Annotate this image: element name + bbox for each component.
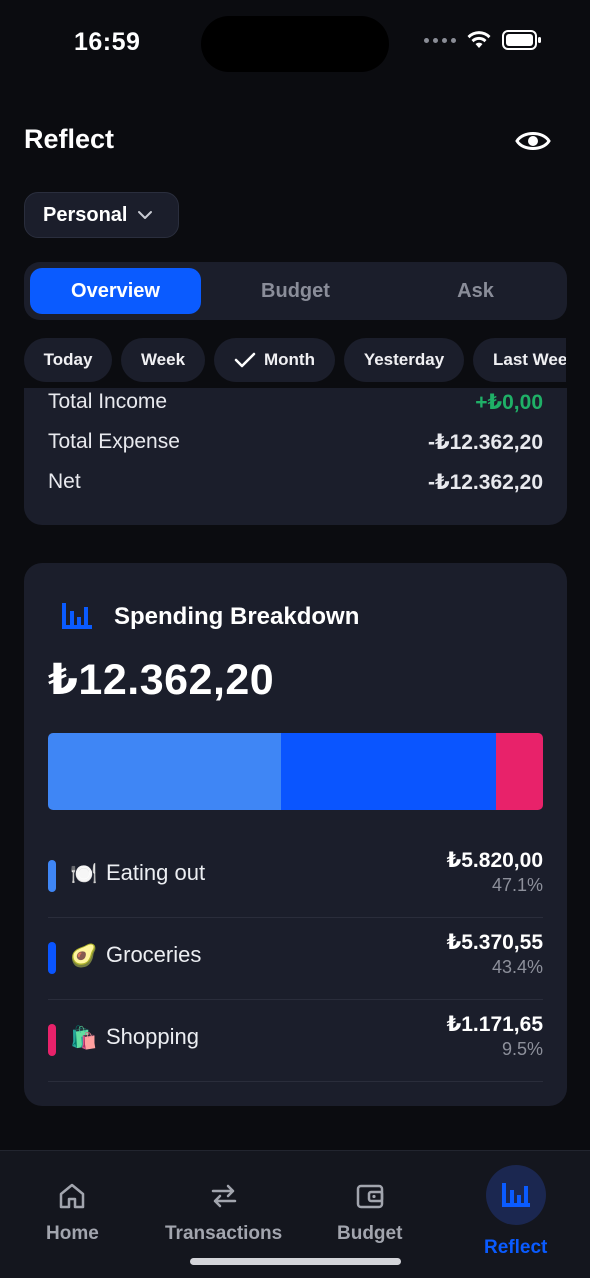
summary-row-expense: Total Expense -₺12.362,20: [48, 427, 543, 457]
summary-label: Total Income: [48, 390, 168, 413]
cellular-signal-icon: [424, 37, 456, 43]
nav-active-indicator: [485, 1165, 546, 1225]
nav-budget[interactable]: Budget: [337, 1181, 402, 1245]
summary-row-net: Net -₺12.362,20: [48, 467, 543, 497]
status-time: 16:59: [74, 28, 141, 56]
category-color-bar: [48, 1024, 56, 1056]
nav-transactions[interactable]: Transactions: [165, 1181, 282, 1245]
plate-icon: 🍽️: [70, 861, 98, 886]
category-percent: 47.1%: [491, 875, 543, 895]
wifi-icon: [467, 31, 491, 48]
stack-segment-groceries: [281, 733, 496, 810]
nav-label: Home: [46, 1223, 99, 1244]
account-dropdown[interactable]: Personal: [24, 192, 179, 238]
breakdown-title: Spending Breakdown: [114, 603, 360, 630]
tab-overview[interactable]: Overview: [30, 268, 201, 314]
checkmark-icon: [234, 352, 256, 368]
bar-chart-icon: [501, 1183, 530, 1207]
battery-icon: [502, 30, 541, 50]
period-filter-chips: Today Week Month Yesterday Last Week: [24, 338, 566, 382]
chip-yesterday[interactable]: Yesterday: [344, 338, 464, 382]
chip-label: Yesterday: [363, 350, 445, 369]
toggle-visibility-button[interactable]: [514, 122, 552, 160]
chip-label: Today: [43, 350, 93, 369]
nav-reflect[interactable]: Reflect: [484, 1165, 548, 1259]
chip-label: Last Week: [493, 350, 566, 369]
chip-last-week[interactable]: Last Week: [473, 338, 566, 382]
home-indicator: [190, 1258, 401, 1265]
wallet-icon: [356, 1184, 383, 1209]
status-bar: 16:59: [0, 0, 590, 90]
category-percent: 43.4%: [491, 957, 543, 977]
spending-breakdown-card[interactable]: Spending Breakdown ₺12.362,20 🍽️ Eating …: [24, 563, 567, 1106]
shopping-bags-icon: 🛍️: [70, 1025, 98, 1050]
category-row-eating-out[interactable]: 🍽️ Eating out ₺5.820,00 47.1%: [48, 836, 543, 918]
summary-value: -₺12.362,20: [427, 430, 543, 454]
tab-budget[interactable]: Budget: [210, 268, 381, 314]
transfer-icon: [211, 1184, 236, 1208]
chip-label: Week: [140, 350, 186, 369]
nav-home[interactable]: Home: [46, 1181, 99, 1245]
nav-label: Reflect: [484, 1237, 548, 1258]
status-icons: [424, 30, 542, 50]
summary-value: +₺0,00: [475, 390, 543, 414]
category-row-shopping[interactable]: 🛍️ Shopping ₺1.171,65 9.5%: [48, 1000, 543, 1082]
account-dropdown-label: Personal: [43, 203, 128, 226]
category-amount: ₺1.171,65: [446, 1013, 543, 1036]
category-name: Shopping: [106, 1024, 199, 1049]
chevron-down-icon: [138, 211, 153, 219]
avocado-icon: 🥑: [70, 943, 98, 968]
chip-week[interactable]: Week: [121, 338, 205, 382]
nav-label: Transactions: [165, 1223, 283, 1244]
category-color-bar: [48, 942, 56, 974]
page-title: Reflect: [24, 124, 115, 154]
category-name: Groceries: [106, 942, 202, 967]
category-name: Eating out: [106, 860, 206, 885]
summary-row-income: Total Income +₺0,00: [48, 387, 543, 417]
nav-label: Budget: [337, 1223, 403, 1244]
summary-card: Total Income +₺0,00 Total Expense -₺12.3…: [24, 388, 567, 525]
summary-value: -₺12.362,20: [427, 470, 543, 494]
chip-label: Month: [264, 350, 315, 369]
bar-chart-icon: [62, 603, 92, 629]
chip-today[interactable]: Today: [24, 338, 112, 382]
spending-stacked-bar: [48, 733, 543, 810]
category-row-groceries[interactable]: 🥑 Groceries ₺5.370,55 43.4%: [48, 918, 543, 1000]
stack-segment-shopping: [495, 733, 543, 810]
category-amount: ₺5.370,55: [446, 931, 543, 954]
view-segmented-control: Overview Budget Ask: [24, 262, 567, 320]
category-amount: ₺5.820,00: [446, 849, 543, 872]
chip-month[interactable]: Month: [214, 338, 335, 382]
category-color-bar: [48, 860, 56, 892]
summary-label: Net: [48, 470, 81, 493]
home-icon: [60, 1183, 85, 1209]
dynamic-island: [201, 16, 389, 72]
eye-icon: [515, 132, 551, 150]
stack-segment-eating-out: [48, 733, 282, 810]
tab-ask[interactable]: Ask: [390, 268, 561, 314]
category-percent: 9.5%: [501, 1039, 543, 1059]
summary-label: Total Expense: [48, 430, 180, 453]
breakdown-total: ₺12.362,20: [48, 656, 275, 704]
